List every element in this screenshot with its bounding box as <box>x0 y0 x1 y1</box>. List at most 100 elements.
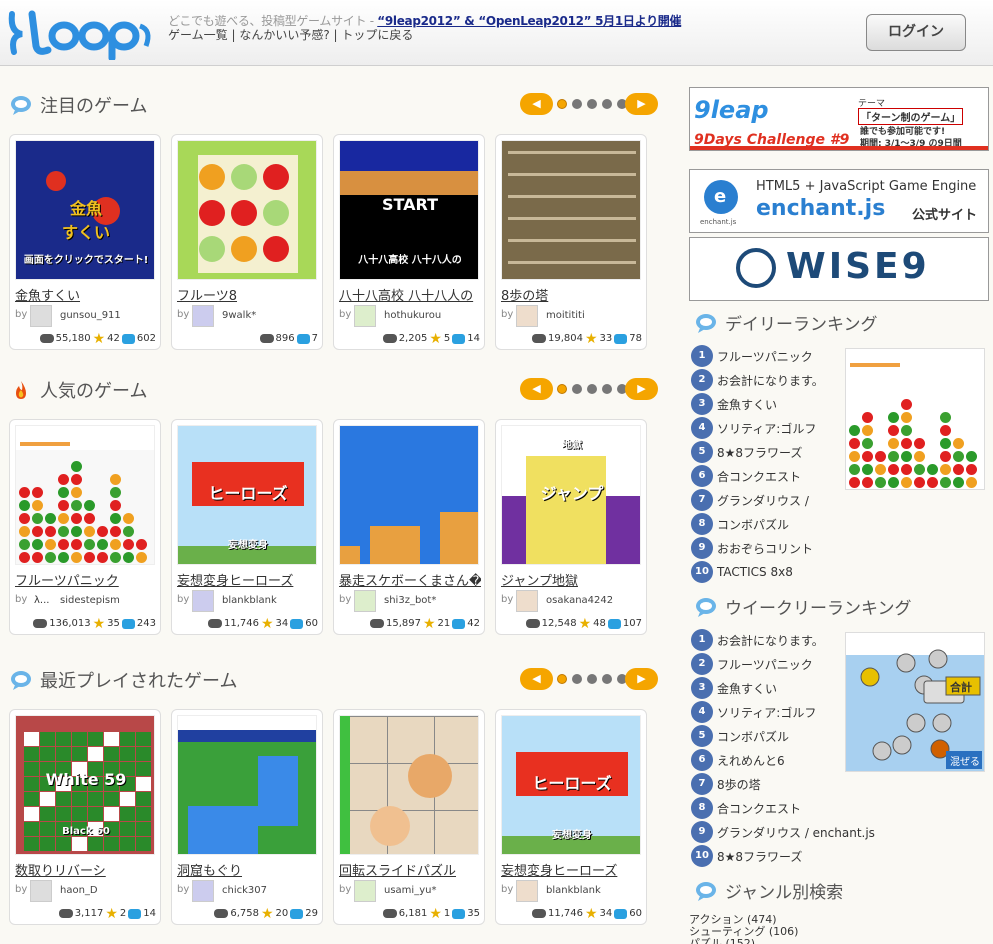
login-button[interactable]: ログイン <box>866 14 966 51</box>
game-thumbnail[interactable] <box>15 425 155 565</box>
username-link[interactable]: sidestepism <box>60 595 120 606</box>
ranking-item[interactable]: 2 フルーツパニック <box>691 653 813 675</box>
game-thumbnail[interactable]: START 八十八高校 八十八人の <box>339 140 479 280</box>
ranking-item[interactable]: 10 TACTICS 8x8 <box>691 561 793 583</box>
ranking-item[interactable]: 3 金魚すくい <box>691 393 777 415</box>
next-arrow-icon[interactable]: ▶ <box>625 93 658 115</box>
ranking-item[interactable]: 6 えれめんと6 <box>691 749 785 771</box>
ranking-item[interactable]: 6 合コンクエスト <box>691 465 801 487</box>
game-thumbnail[interactable] <box>339 425 479 565</box>
9days-challenge-banner[interactable]: 9leap 9Days Challenge #9 テーマ 「ターン制のゲーム」 … <box>689 87 989 151</box>
pager-dot[interactable] <box>587 99 597 109</box>
ranking-item[interactable]: 4 ソリティア:ゴルフ <box>691 417 816 439</box>
enchant-js-banner[interactable]: e enchant.js HTML5 + JavaScript Game Eng… <box>689 169 989 233</box>
daily-ranking-thumbnail[interactable] <box>845 348 985 490</box>
pager-dot[interactable] <box>572 99 582 109</box>
game-thumbnail[interactable]: ヒーローズ 妄想変身 <box>177 425 317 565</box>
pager-dot[interactable] <box>602 99 612 109</box>
user-avatar[interactable] <box>30 305 52 327</box>
ranking-item[interactable]: 9 おおぞらコリント <box>691 537 813 559</box>
ranking-item[interactable]: 4 ソリティア:ゴルフ <box>691 701 816 723</box>
game-title-link[interactable]: 洞窟もぐり <box>177 860 319 879</box>
prev-arrow-icon[interactable]: ◀ <box>520 378 553 400</box>
username-link[interactable]: hothukurou <box>384 310 441 321</box>
next-arrow-icon[interactable]: ▶ <box>625 668 658 690</box>
username-link[interactable]: usami_yu* <box>384 885 436 896</box>
pager-dot[interactable] <box>572 674 582 684</box>
game-thumbnail[interactable]: 金魚 すくい 画面をクリックでスタート! <box>15 140 155 280</box>
game-title-link[interactable]: 金魚すくい <box>15 285 157 304</box>
username-link[interactable]: haon_D <box>60 885 98 896</box>
user-avatar[interactable] <box>192 305 214 327</box>
game-thumbnail[interactable] <box>177 715 317 855</box>
pager-dot[interactable] <box>557 674 567 684</box>
ranking-item[interactable]: 3 金魚すくい <box>691 677 777 699</box>
9leap-logo[interactable] <box>6 6 156 60</box>
game-thumbnail[interactable]: ジャンプ 地獄 <box>501 425 641 565</box>
prev-arrow-icon[interactable]: ◀ <box>520 93 553 115</box>
game-title-link[interactable]: 回転スライドパズル <box>339 860 481 879</box>
user-avatar[interactable] <box>516 590 538 612</box>
game-thumbnail[interactable]: White 59 Black 60 <box>15 715 155 855</box>
ranking-item[interactable]: 9 グランダリウス / enchant.js <box>691 821 875 843</box>
game-title-link[interactable]: 八十八高校 八十八人の <box>339 285 481 304</box>
game-title-link[interactable]: 8歩の塔 <box>501 285 643 304</box>
user-avatar[interactable] <box>516 880 538 902</box>
nav-good-feeling[interactable]: なんかいい予感? <box>239 28 329 42</box>
thumbnail-subcaption: 地獄 <box>562 440 582 451</box>
pager-dot[interactable] <box>572 384 582 394</box>
user-avatar[interactable] <box>192 590 214 612</box>
ranking-item[interactable]: 10 8★8フラワーズ <box>691 845 802 867</box>
star-icon: ★ <box>584 905 598 922</box>
game-card: 洞窟もぐり by chick307 6,758 ★ 20 29 <box>171 709 323 925</box>
ranking-item[interactable]: 2 お会計になります。 <box>691 369 824 391</box>
user-avatar[interactable] <box>192 880 214 902</box>
pager-dot[interactable] <box>587 384 597 394</box>
username-link[interactable]: chick307 <box>222 885 267 896</box>
ranking-item[interactable]: 8 コンボパズル <box>691 513 789 535</box>
pager-dot[interactable] <box>602 674 612 684</box>
user-avatar[interactable] <box>516 305 538 327</box>
username-link[interactable]: blankblank <box>546 885 601 896</box>
username-link[interactable]: moitititi <box>546 310 585 321</box>
game-title-link[interactable]: フルーツ8 <box>177 285 319 304</box>
pager-dot[interactable] <box>587 674 597 684</box>
game-title-link[interactable]: フルーツパニック <box>15 570 157 589</box>
nav-back-to-top[interactable]: トップに戻る <box>341 28 413 42</box>
game-title-link[interactable]: 暴走スケボーくまさん� <box>339 570 481 589</box>
game-title-link[interactable]: 妄想変身ヒーローズ <box>501 860 643 879</box>
next-arrow-icon[interactable]: ▶ <box>625 378 658 400</box>
ranking-item[interactable]: 7 グランダリウス / <box>691 489 809 511</box>
username-link[interactable]: blankblank <box>222 595 277 606</box>
username-link[interactable]: osakana4242 <box>546 595 613 606</box>
game-thumbnail[interactable] <box>339 715 479 855</box>
pager-dot[interactable] <box>557 384 567 394</box>
genre-puzzle[interactable]: パズル (152) <box>689 935 755 944</box>
ranking-item[interactable]: 1 フルーツパニック <box>691 345 813 367</box>
ranking-item[interactable]: 5 コンボパズル <box>691 725 789 747</box>
ranking-item[interactable]: 7 8歩の塔 <box>691 773 761 795</box>
game-title-link[interactable]: 数取りリバーシ <box>15 860 157 879</box>
prev-arrow-icon[interactable]: ◀ <box>520 668 553 690</box>
game-title-link[interactable]: ジャンプ地獄 <box>501 570 643 589</box>
pager-dot[interactable] <box>557 99 567 109</box>
game-thumbnail[interactable]: ヒーローズ 妄想変身 <box>501 715 641 855</box>
user-avatar[interactable] <box>354 305 376 327</box>
user-avatar[interactable] <box>354 880 376 902</box>
weekly-ranking-thumbnail[interactable]: 合計 混ぜる <box>845 632 985 772</box>
game-thumbnail[interactable] <box>501 140 641 280</box>
username-link[interactable]: gunsou_911 <box>60 310 121 321</box>
username-link[interactable]: 9walk* <box>222 310 256 321</box>
nav-game-list[interactable]: ゲーム一覧 <box>168 28 228 42</box>
username-link[interactable]: shi3z_bot* <box>384 595 436 606</box>
ranking-item[interactable]: 8 合コンクエスト <box>691 797 801 819</box>
user-avatar[interactable] <box>354 590 376 612</box>
pager-dot[interactable] <box>602 384 612 394</box>
wise9-banner[interactable]: WISE9 <box>689 237 989 301</box>
ranking-item[interactable]: 5 8★8フラワーズ <box>691 441 802 463</box>
event-link[interactable]: “9leap2012” & “OpenLeap2012” 5月1日より開催 <box>377 14 681 28</box>
game-title-link[interactable]: 妄想変身ヒーローズ <box>177 570 319 589</box>
game-thumbnail[interactable] <box>177 140 317 280</box>
user-avatar[interactable] <box>30 880 52 902</box>
ranking-item[interactable]: 1 お会計になります。 <box>691 629 824 651</box>
